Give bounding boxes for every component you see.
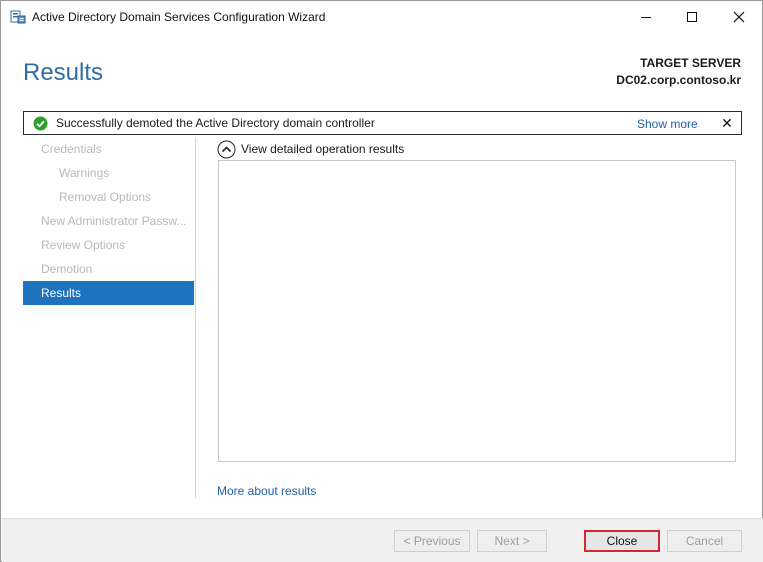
title-bar[interactable]: Active Directory Domain Services Configu… — [1, 1, 762, 33]
maximize-button[interactable] — [669, 1, 715, 33]
close-icon: ✕ — [721, 114, 733, 131]
maximize-icon — [687, 12, 697, 22]
page-title: Results — [23, 59, 104, 86]
wizard-footer: < Previous Next > Close Cancel — [2, 518, 763, 562]
cancel-button[interactable]: Cancel — [667, 530, 742, 552]
nav-item-removal-options[interactable]: Removal Options — [23, 185, 194, 209]
minimize-button[interactable] — [623, 1, 669, 33]
wizard-window: Active Directory Domain Services Configu… — [0, 0, 763, 562]
close-button[interactable]: Close — [584, 530, 660, 552]
more-about-results-link[interactable]: More about results — [217, 484, 316, 498]
server-manager-icon — [10, 10, 26, 24]
nav-item-credentials[interactable]: Credentials — [23, 137, 194, 161]
target-server-label: TARGET SERVER — [640, 56, 741, 70]
target-server-name: DC02.corp.contoso.kr — [616, 73, 741, 87]
operation-results-textbox[interactable] — [218, 160, 736, 462]
nav-item-review-options[interactable]: Review Options — [23, 233, 194, 257]
view-detailed-results-toggle[interactable]: View detailed operation results — [217, 139, 404, 159]
previous-button[interactable]: < Previous — [394, 530, 470, 552]
nav-item-results[interactable]: Results — [23, 281, 194, 305]
nav-item-warnings[interactable]: Warnings — [23, 161, 194, 185]
status-banner: Successfully demoted the Active Director… — [23, 111, 742, 135]
nav-item-demotion[interactable]: Demotion — [23, 257, 194, 281]
toggle-label: View detailed operation results — [241, 142, 405, 156]
nav-item-new-administrator-password[interactable]: New Administrator Passw... — [23, 209, 194, 233]
chevron-up-circle-icon — [217, 140, 236, 159]
banner-close-button[interactable]: ✕ — [720, 115, 734, 131]
nav-divider — [195, 137, 196, 498]
wizard-nav: Credentials Warnings Removal Options New… — [23, 137, 194, 305]
status-message: Successfully demoted the Active Director… — [56, 116, 375, 130]
minimize-icon — [641, 17, 651, 18]
window-close-button[interactable] — [716, 1, 762, 33]
success-check-icon — [33, 116, 48, 131]
close-icon — [733, 11, 745, 23]
next-button[interactable]: Next > — [477, 530, 547, 552]
window-title: Active Directory Domain Services Configu… — [32, 10, 326, 24]
show-more-link[interactable]: Show more — [637, 117, 698, 131]
